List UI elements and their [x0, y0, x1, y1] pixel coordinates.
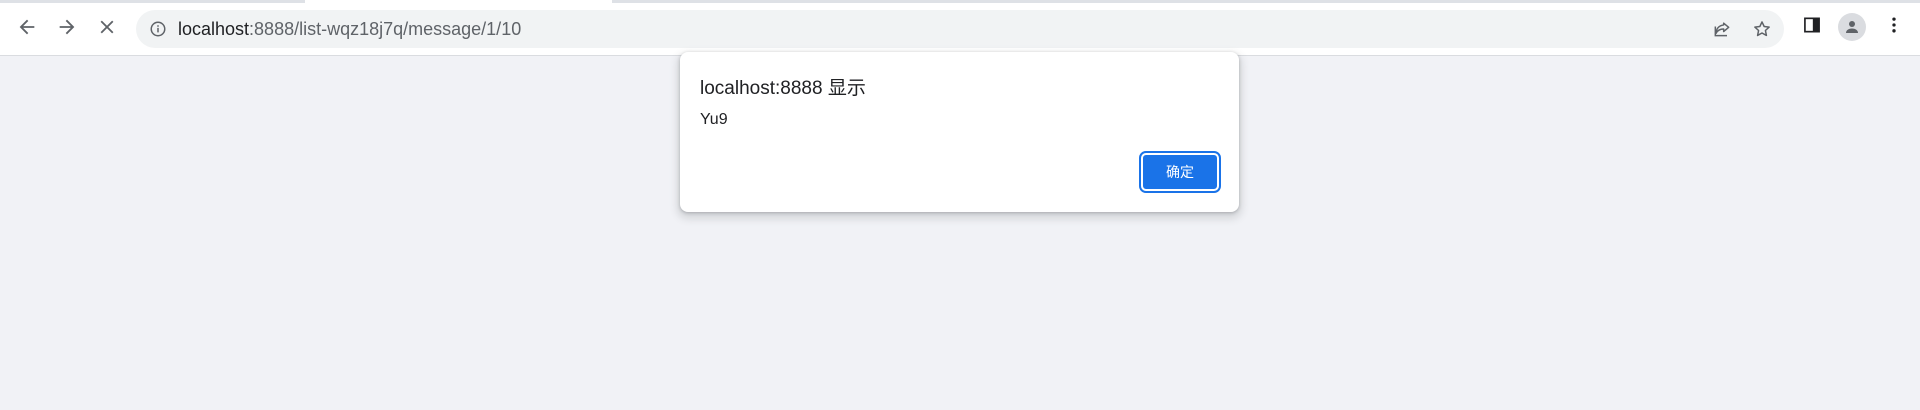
- browser-toolbar: localhost:8888/list-wqz18j7q/message/1/1…: [0, 0, 1920, 55]
- close-icon: [96, 16, 118, 38]
- back-arrow-icon: [16, 16, 38, 38]
- stop-loading-button[interactable]: [89, 9, 125, 45]
- profile-icon: [1838, 13, 1866, 41]
- back-button[interactable]: [9, 9, 45, 45]
- url-path: :8888/list-wqz18j7q/message/1/10: [249, 19, 522, 39]
- share-icon[interactable]: [1708, 15, 1736, 43]
- forward-arrow-icon: [56, 16, 78, 38]
- url-host: localhost: [178, 19, 250, 39]
- star-icon[interactable]: [1748, 15, 1776, 43]
- address-bar[interactable]: localhost:8888/list-wqz18j7q/message/1/1…: [136, 10, 1784, 48]
- alert-dialog: localhost:8888 显示 Yu9 确定: [680, 52, 1239, 212]
- tab-strip-edge: [612, 0, 1920, 3]
- kebab-menu-icon: [1884, 15, 1904, 40]
- ok-button[interactable]: 确定: [1139, 151, 1221, 193]
- dialog-title: localhost:8888 显示: [700, 78, 866, 99]
- url-text[interactable]: localhost:8888/list-wqz18j7q/message/1/1…: [178, 19, 521, 39]
- dialog-message: Yu9: [700, 111, 728, 128]
- side-panel-icon: [1802, 15, 1822, 40]
- tab-strip-edge: [0, 0, 305, 3]
- profile-button[interactable]: [1836, 11, 1868, 43]
- side-panel-button[interactable]: [1796, 11, 1828, 43]
- info-icon[interactable]: [148, 19, 168, 39]
- menu-button[interactable]: [1878, 11, 1910, 43]
- forward-button[interactable]: [49, 9, 85, 45]
